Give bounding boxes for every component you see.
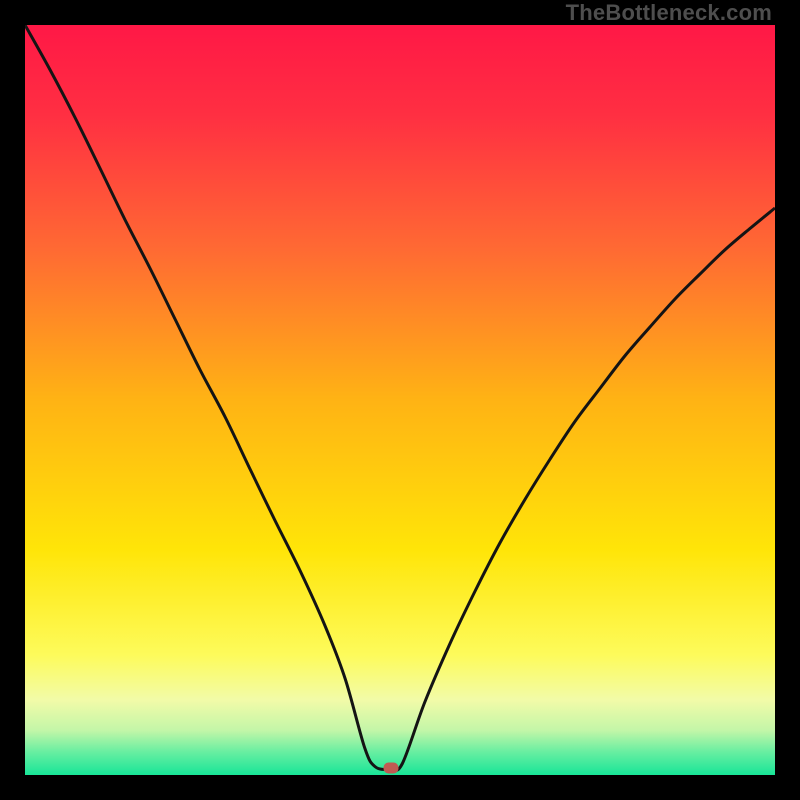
chart-frame: TheBottleneck.com xyxy=(0,0,800,800)
curve-layer xyxy=(25,25,775,775)
plot-area xyxy=(25,25,775,775)
optimum-marker xyxy=(384,762,399,773)
bottleneck-curve xyxy=(25,25,775,770)
watermark-text: TheBottleneck.com xyxy=(566,0,772,26)
